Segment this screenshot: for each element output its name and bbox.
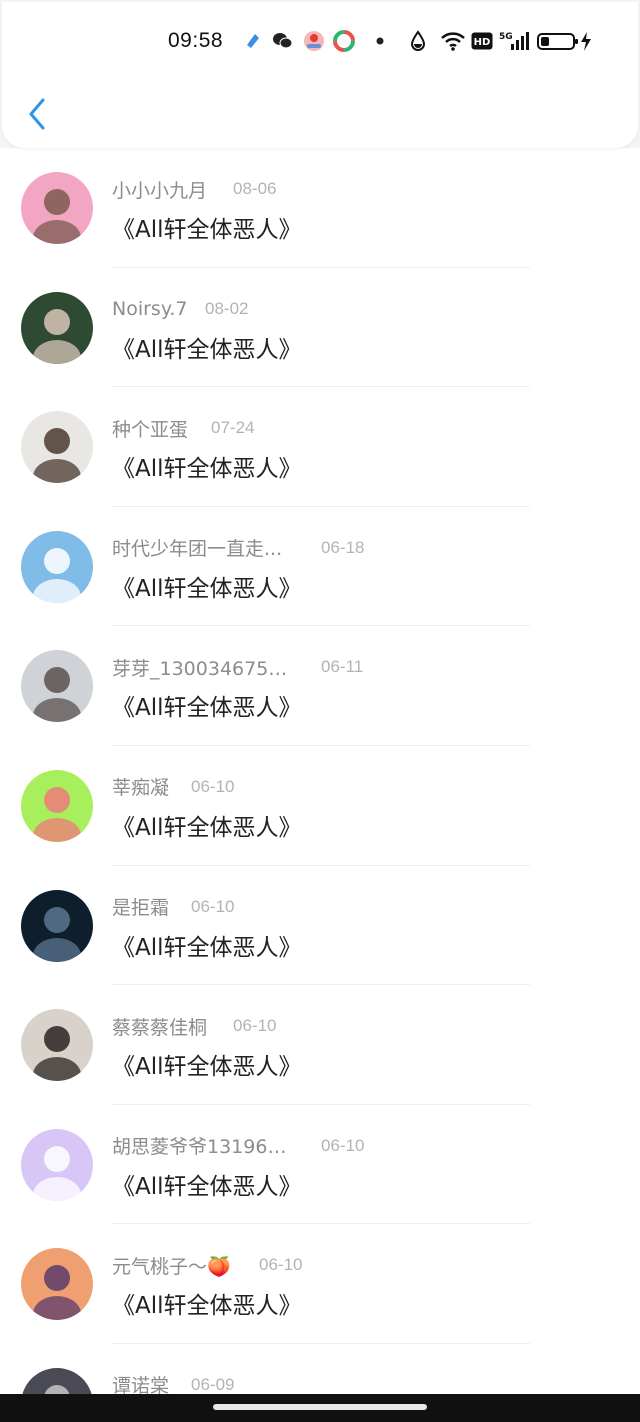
story-title[interactable]: 《All轩全体恶人》 [112, 1286, 302, 1320]
username[interactable]: 种个亚蛋 [112, 415, 188, 442]
username[interactable]: 是拒霜 [112, 893, 169, 920]
data-saver-icon [407, 30, 429, 52]
username[interactable]: 元气桃子～🍑 [112, 1252, 231, 1279]
story-title[interactable]: 《All轩全体恶人》 [112, 330, 302, 364]
battery-charging-icon [537, 30, 595, 52]
post-date: 06-10 [191, 776, 235, 796]
list-item[interactable]: 是拒霜 06-10 《All轩全体恶人》 [0, 866, 640, 986]
chevron-left-icon [29, 98, 45, 130]
system-navigation-bar [0, 1394, 640, 1422]
list-item[interactable]: 蔡蔡蔡佳桐 06-10 《All轩全体恶人》 [0, 985, 640, 1105]
username[interactable]: 蔡蔡蔡佳桐 [112, 1013, 207, 1040]
post-date: 08-06 [233, 179, 277, 198]
browser-app-icon [333, 30, 355, 52]
story-title[interactable]: 《All轩全体恶人》 [112, 449, 302, 483]
svg-text:5G: 5G [499, 32, 513, 42]
list-item[interactable]: 莘痴凝 06-10 《All轩全体恶人》 [0, 746, 640, 866]
item-meta: 时代少年团一直走... [112, 535, 282, 561]
avatar[interactable] [21, 769, 93, 842]
home-indicator[interactable] [213, 1404, 427, 1410]
comment-list: 小小小九月 08-06 《All轩全体恶人》 Noirsy.7 08-02 《All轩全体… [0, 148, 640, 1394]
avatar[interactable] [21, 291, 93, 364]
back-button[interactable] [20, 92, 54, 136]
list-item[interactable]: 芽芽_1300346753... 06-11 《All轩全体恶人》 [0, 626, 640, 746]
avatar[interactable] [21, 172, 93, 244]
post-date: 06-11 [321, 657, 364, 677]
story-title[interactable]: 《All轩全体恶人》 [112, 210, 302, 244]
top-bar: 09:58 HD 5G [2, 2, 638, 148]
item-meta: 芽芽_1300346753... [112, 654, 297, 680]
story-title[interactable]: 《All轩全体恶人》 [112, 569, 302, 603]
status-time: 09:58 [168, 29, 224, 52]
list-item[interactable]: 小小小九月 08-06 《All轩全体恶人》 [0, 148, 640, 268]
avatar[interactable] [21, 650, 93, 723]
username[interactable]: 芽芽_1300346753... [112, 654, 297, 681]
post-date: 06-10 [259, 1255, 303, 1275]
hd-voice-icon: HD [470, 30, 494, 52]
item-meta: 元气桃子～🍑 [112, 1252, 231, 1278]
story-title[interactable]: 《All轩全体恶人》 [112, 928, 302, 962]
list-item[interactable]: 谭诺棠06-09《All轩全体恶人》 [0, 1344, 640, 1394]
app-notification-icon [242, 30, 264, 52]
wechat-icon [272, 30, 294, 52]
post-date: 08-02 [205, 298, 249, 318]
item-meta: 莘痴凝 [112, 774, 169, 800]
username[interactable]: Noirsy.7 [112, 298, 188, 320]
item-meta: 胡思菱爷爷131969... [112, 1133, 297, 1159]
more-notifications-dot-icon [369, 30, 391, 52]
item-meta: 小小小九月 [112, 176, 207, 202]
list-item[interactable]: 元气桃子～🍑 06-10 《All轩全体恶人》 [0, 1224, 640, 1344]
item-meta: 蔡蔡蔡佳桐 [112, 1013, 207, 1039]
story-title[interactable]: 《All轩全体恶人》 [112, 808, 302, 842]
item-meta: 是拒霜 [112, 894, 169, 920]
item-meta: 谭诺棠 [112, 1372, 169, 1394]
story-title[interactable]: 《All轩全体恶人》 [112, 1167, 302, 1201]
map-app-icon [303, 30, 325, 52]
list-item[interactable]: 时代少年团一直走... 06-18 《All轩全体恶人》 [0, 507, 640, 627]
story-title[interactable]: 《All轩全体恶人》 [112, 1047, 302, 1081]
avatar[interactable] [21, 889, 93, 962]
item-meta: 种个亚蛋 [112, 415, 188, 441]
status-bar: 09:58 HD 5G [2, 26, 638, 60]
username[interactable]: 胡思菱爷爷131969... [112, 1132, 297, 1159]
cellular-5g-icon: 5G [499, 30, 529, 52]
list-item[interactable]: 胡思菱爷爷131969... 06-10 《All轩全体恶人》 [0, 1105, 640, 1225]
post-date: 06-10 [191, 896, 235, 916]
avatar[interactable] [21, 530, 93, 603]
post-date: 06-10 [233, 1016, 277, 1036]
avatar[interactable] [21, 1009, 93, 1082]
username[interactable]: 时代少年团一直走... [112, 534, 282, 561]
avatar[interactable] [21, 1248, 93, 1321]
username[interactable]: 莘痴凝 [112, 773, 169, 800]
story-title[interactable]: 《All轩全体恶人》 [112, 688, 302, 722]
list-item[interactable]: 种个亚蛋 07-24 《All轩全体恶人》 [0, 387, 640, 507]
avatar[interactable] [21, 1367, 93, 1394]
post-date: 07-24 [211, 418, 255, 438]
avatar[interactable] [21, 411, 93, 484]
wifi-icon [439, 30, 467, 52]
username[interactable]: 小小小九月 [112, 176, 207, 203]
svg-text:HD: HD [474, 37, 491, 48]
post-date: 06-10 [321, 1135, 365, 1155]
avatar[interactable] [21, 1128, 93, 1201]
post-date: 06-18 [321, 537, 365, 557]
post-date: 06-09 [191, 1374, 235, 1394]
username[interactable]: 谭诺棠 [112, 1371, 169, 1394]
list-item[interactable]: Noirsy.7 08-02 《All轩全体恶人》 [0, 268, 640, 388]
item-meta: Noirsy.7 [112, 296, 188, 322]
